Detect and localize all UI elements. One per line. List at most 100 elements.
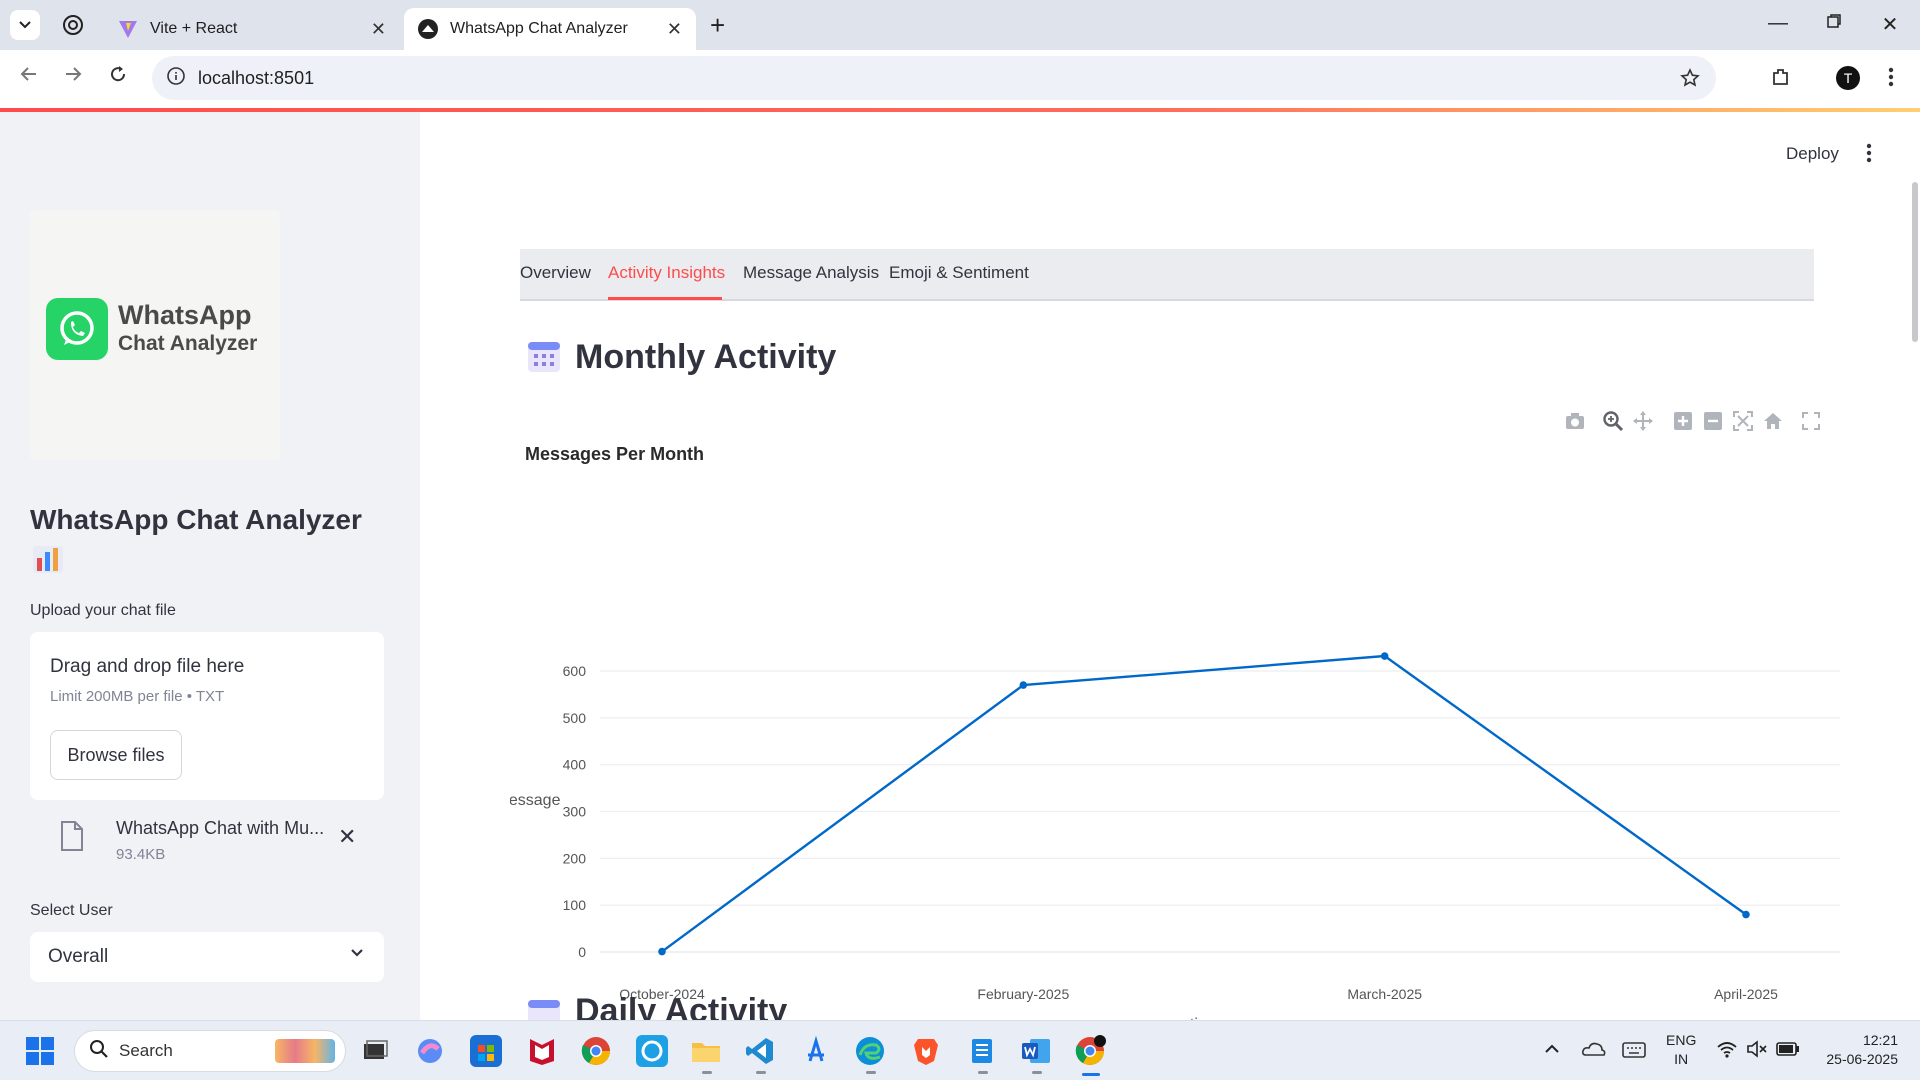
copilot-icon[interactable]	[414, 1035, 446, 1067]
data-point[interactable]	[1019, 681, 1028, 689]
next-section-title: Daily Activity	[575, 992, 788, 1020]
profile-initial: T	[1843, 70, 1853, 86]
calendar-icon	[526, 996, 562, 1020]
select-value: Overall	[48, 946, 109, 967]
new-tab-button[interactable]: +	[710, 10, 725, 41]
edge-icon[interactable]	[854, 1035, 886, 1067]
battery-icon[interactable]	[1776, 1041, 1800, 1062]
alexa-icon[interactable]	[636, 1035, 668, 1067]
mcafee-icon[interactable]	[526, 1035, 558, 1067]
file-explorer-icon[interactable]	[690, 1035, 722, 1067]
minimize-icon[interactable]: —	[1766, 12, 1790, 35]
browser-tab-bar: Vite + React ✕ WhatsApp Chat Analyzer ✕ …	[0, 0, 1920, 50]
restore-icon[interactable]	[1822, 12, 1846, 35]
keyboard-icon[interactable]	[1622, 1041, 1646, 1064]
scrollbar[interactable]	[1912, 182, 1918, 342]
line-chart[interactable]: 0100200300400500600 October-2024 February…	[510, 492, 1840, 1020]
zoom-in-icon[interactable]	[1672, 410, 1694, 432]
tab-title: WhatsApp Chat Analyzer	[450, 20, 628, 37]
x-tick-label: February-2025	[977, 986, 1069, 1002]
wifi-icon[interactable]	[1716, 1039, 1738, 1064]
select-user-dropdown[interactable]: Overall	[30, 932, 384, 982]
app-running-indicator	[1032, 1071, 1042, 1074]
task-view-icon[interactable]	[358, 1035, 390, 1067]
word-icon[interactable]	[1020, 1035, 1052, 1067]
search-highlight-icon	[275, 1039, 335, 1063]
deploy-button[interactable]: Deploy	[1786, 144, 1839, 164]
close-tab-icon[interactable]: ✕	[371, 19, 386, 40]
data-point[interactable]	[1380, 652, 1389, 660]
browser-menu-icon[interactable]	[1888, 66, 1894, 93]
dropzone-limit: Limit 200MB per file • TXT	[50, 688, 225, 705]
x-tick-label: March-2025	[1347, 986, 1422, 1002]
chatgpt-tab-icon[interactable]	[62, 14, 84, 36]
file-name: WhatsApp Chat with Mu...	[116, 818, 325, 838]
chart-title: Messages Per Month	[525, 444, 705, 464]
language-indicator[interactable]: ENG IN	[1666, 1031, 1696, 1069]
notepad-icon[interactable]	[966, 1035, 998, 1067]
taskbar: Search ENG IN 12:21 25-06-2025	[0, 1020, 1920, 1080]
vscode-icon[interactable]	[744, 1035, 776, 1067]
logo-text: WhatsApp	[118, 300, 252, 330]
tab-activity-insights[interactable]: Activity Insights	[608, 263, 725, 283]
tab-search-button[interactable]	[10, 10, 40, 40]
profile-avatar[interactable]: T	[1836, 66, 1860, 90]
close-tab-icon[interactable]: ✕	[667, 19, 682, 40]
taskbar-search[interactable]: Search	[74, 1030, 346, 1072]
show-hidden-icons[interactable]	[1544, 1041, 1560, 1062]
data-point[interactable]	[1742, 910, 1750, 919]
tab-title: Vite + React	[150, 20, 238, 37]
onedrive-icon[interactable]	[1582, 1039, 1606, 1064]
reload-icon[interactable]	[103, 64, 133, 90]
tab-overview[interactable]: Overview	[520, 263, 591, 283]
zoom-icon[interactable]	[1602, 410, 1624, 432]
tab-emoji-sentiment[interactable]: Emoji & Sentiment	[889, 263, 1029, 283]
autoscale-icon[interactable]	[1732, 410, 1754, 432]
file-dropzone[interactable]: Drag and drop file here Limit 200MB per …	[30, 632, 384, 800]
data-point[interactable]	[658, 947, 666, 956]
back-icon[interactable]	[14, 64, 44, 90]
fullscreen-icon[interactable]	[1800, 410, 1822, 432]
chart-series	[658, 652, 1750, 956]
close-window-icon[interactable]: ✕	[1878, 12, 1902, 37]
language-code: ENG	[1666, 1032, 1697, 1048]
browse-files-button[interactable]: Browse files	[50, 730, 182, 780]
tab-vite-react[interactable]: Vite + React ✕	[104, 8, 400, 50]
zoom-out-icon[interactable]	[1702, 410, 1724, 432]
uploaded-file: WhatsApp Chat with Mu... 93.4KB ✕	[30, 812, 384, 872]
chevron-down-icon	[348, 944, 366, 968]
chevron-down-icon	[19, 21, 31, 29]
system-clock[interactable]: 12:21 25-06-2025	[1818, 1031, 1898, 1069]
camera-icon[interactable]	[1564, 410, 1586, 432]
main-menu-icon[interactable]	[1866, 142, 1872, 169]
appstore-icon[interactable]	[800, 1035, 832, 1067]
bookmark-star-icon[interactable]	[1680, 68, 1700, 93]
tab-message-analysis[interactable]: Message Analysis	[743, 263, 879, 283]
home-icon[interactable]	[1762, 410, 1784, 432]
windows-start-icon[interactable]	[26, 1037, 54, 1070]
pan-icon[interactable]	[1632, 410, 1654, 432]
clock-date: 25-06-2025	[1826, 1051, 1898, 1067]
app-running-indicator	[978, 1071, 988, 1074]
sidebar-title: WhatsApp Chat Analyzer	[30, 504, 362, 535]
y-tick-label: 200	[563, 850, 587, 866]
series-line	[661, 654, 1747, 953]
active-app-indicator	[1082, 1073, 1100, 1076]
store-icon[interactable]	[470, 1035, 502, 1067]
region-code: IN	[1674, 1051, 1689, 1067]
forward-icon[interactable]	[58, 64, 88, 90]
volume-muted-icon[interactable]	[1746, 1039, 1768, 1064]
brave-icon[interactable]	[910, 1035, 942, 1067]
remove-file-icon[interactable]: ✕	[338, 824, 356, 850]
search-icon	[89, 1039, 109, 1064]
tab-whatsapp-chat-analyzer[interactable]: WhatsApp Chat Analyzer ✕	[404, 8, 696, 50]
upload-label: Upload your chat file	[30, 602, 176, 619]
y-tick-label: 600	[563, 663, 587, 679]
chrome-icon[interactable]	[580, 1035, 612, 1067]
chrome-profile-icon[interactable]	[1074, 1035, 1106, 1067]
site-info-icon[interactable]	[166, 66, 186, 91]
app-running-indicator	[866, 1071, 876, 1074]
extensions-icon[interactable]	[1770, 66, 1792, 93]
url-omnibox[interactable]: localhost:8501	[152, 56, 1716, 100]
section-title: Monthly Activity	[575, 338, 837, 376]
